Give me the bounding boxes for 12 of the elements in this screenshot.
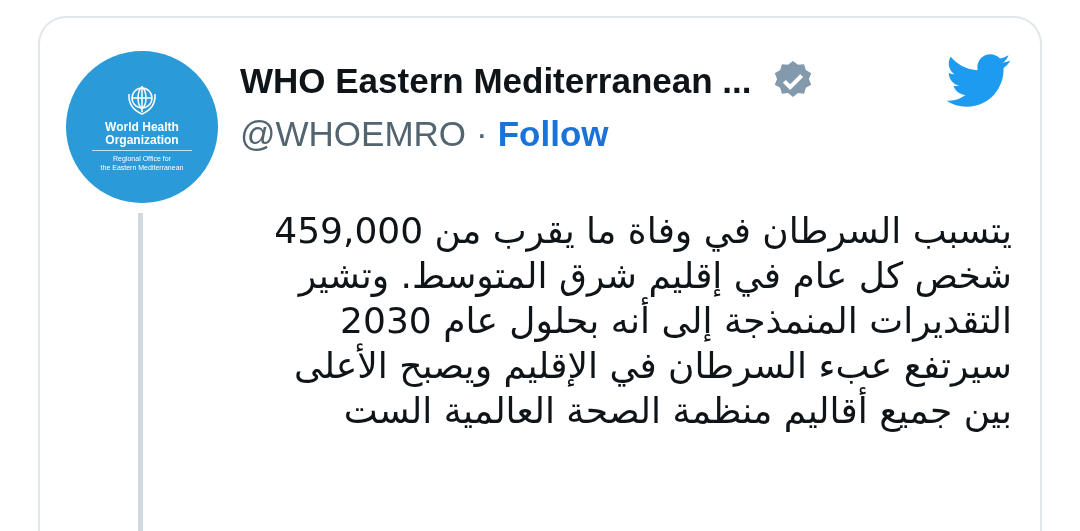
author-name[interactable]: WHO Eastern Mediterranean ... bbox=[240, 59, 752, 103]
bird-logo-icon[interactable] bbox=[946, 54, 1012, 108]
tweet-text-line: يتسبب السرطان في وفاة ما يقرب من 459,000 bbox=[274, 209, 1012, 253]
tweet-text-line: شخص كل عام في إقليم شرق المتوسط. وتشير bbox=[298, 254, 1012, 297]
logo-text: Organization bbox=[105, 134, 179, 147]
tweet-text-line: التقديرات المنمذجة إلى أنه بحلول عام 2030 bbox=[340, 298, 1012, 343]
separator-dot: · bbox=[476, 113, 488, 155]
author-handle[interactable]: @WHOEMRO bbox=[240, 112, 467, 156]
follow-link[interactable]: Follow bbox=[497, 112, 609, 156]
tweet-text-line: سيرتفع عبء السرطان في الإقليم ويصبح الأعلى bbox=[293, 343, 1012, 387]
tweet-text-line: بين جميع أقاليم منظمة الصحة العالمية الست bbox=[343, 388, 1012, 433]
logo-text: World Health bbox=[105, 121, 179, 134]
